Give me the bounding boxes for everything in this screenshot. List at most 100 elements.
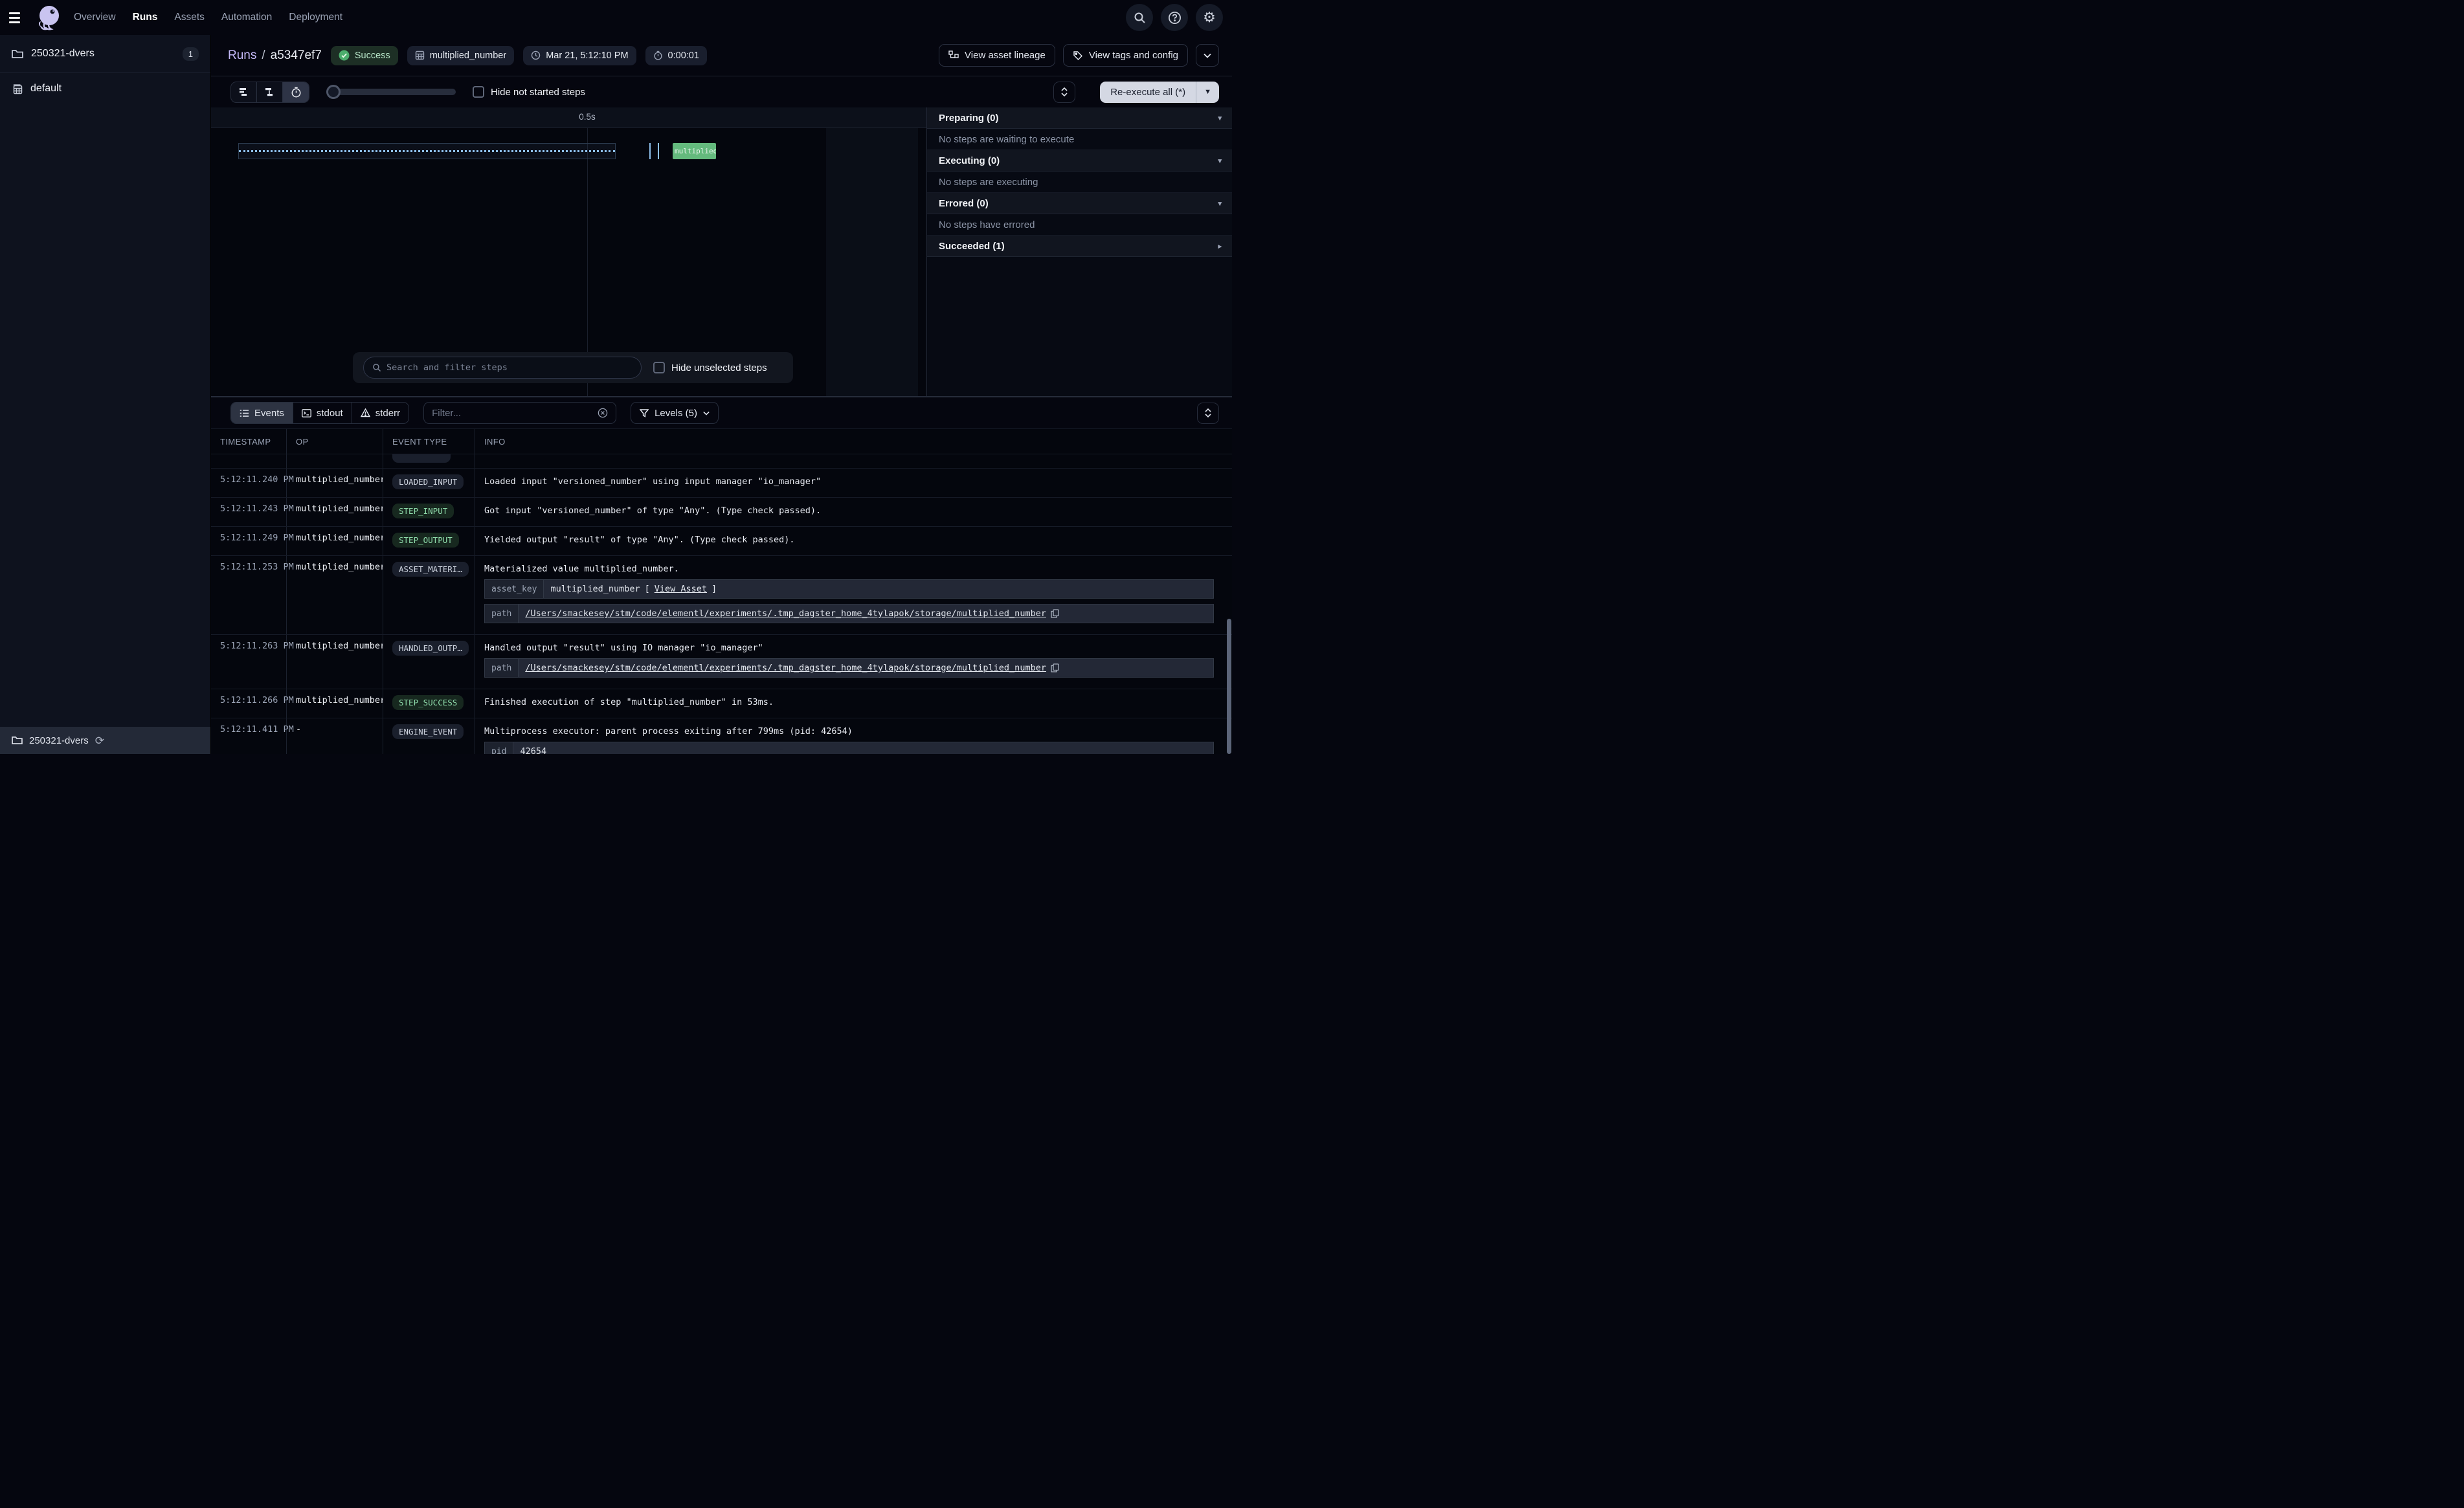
- view-mode-waterfall-button[interactable]: [257, 82, 283, 102]
- path-link[interactable]: /Users/smackesey/stm/code/elementl/exper…: [525, 608, 1046, 619]
- event-timestamp: 5:12:11.249 PM: [211, 527, 287, 555]
- app-root: Overview Runs Assets Automation Deployme…: [0, 0, 1232, 754]
- breadcrumb-runs-link[interactable]: Runs: [228, 49, 256, 63]
- section-executing-header[interactable]: Executing (0) ▾: [927, 150, 1232, 172]
- timer-icon: [653, 50, 663, 60]
- chevron-down-icon: [703, 411, 710, 416]
- event-row: 5:12:11.249 PM multiplied_number STEP_OU…: [211, 527, 1232, 556]
- events-expand-toggle-button[interactable]: [1197, 403, 1219, 424]
- section-errored-header[interactable]: Errored (0) ▾: [927, 193, 1232, 214]
- tab-stdout-label: stdout: [317, 408, 343, 419]
- event-info-text: Multiprocess executor: parent process ex…: [484, 724, 1223, 737]
- view-tags-config-button[interactable]: View tags and config: [1063, 44, 1188, 67]
- list-icon: [240, 409, 249, 417]
- events-toolbar: Events stdout stderr: [211, 397, 1232, 428]
- view-asset-lineage-label: View asset lineage: [965, 50, 1046, 61]
- tab-stderr[interactable]: stderr: [352, 403, 409, 423]
- nav-item-assets[interactable]: Assets: [174, 12, 205, 23]
- levels-dropdown-button[interactable]: Levels (5): [631, 402, 719, 424]
- event-info-cell: Loaded input "versioned_number" using in…: [475, 469, 1232, 497]
- path-link[interactable]: /Users/smackesey/stm/code/elementl/exper…: [525, 663, 1046, 673]
- gantt-expand-toggle-button[interactable]: [1053, 82, 1075, 103]
- start-time-label: Mar 21, 5:12:10 PM: [546, 50, 628, 61]
- sidebar-footer[interactable]: 250321-dvers ⟳: [0, 727, 210, 754]
- step-search-input[interactable]: [386, 362, 633, 373]
- slider-track[interactable]: [326, 89, 456, 95]
- tab-stderr-label: stderr: [375, 408, 400, 419]
- caret-down-icon: ▾: [1218, 157, 1222, 165]
- gantt-toolbar: Hide not started steps Re-execute all (*…: [211, 76, 1232, 107]
- section-errored-body: No steps have errored: [927, 214, 1232, 236]
- sidebar-item-job-default[interactable]: default: [0, 73, 210, 104]
- sidebar: 250321-dvers 1 default 250321-dvers ⟳: [0, 35, 211, 754]
- levels-label: Levels (5): [655, 408, 697, 419]
- section-succeeded-header[interactable]: Succeeded (1) ▸: [927, 236, 1232, 257]
- hide-unselected-checkbox[interactable]: Hide unselected steps: [653, 362, 767, 373]
- nav-item-overview[interactable]: Overview: [74, 12, 116, 23]
- nav-item-deployment[interactable]: Deployment: [289, 12, 342, 23]
- event-timestamp: 5:12:11.253 PM: [211, 556, 287, 634]
- gantt-timeline: 0.5s: [211, 107, 926, 128]
- dagster-logo[interactable]: [36, 5, 62, 30]
- event-type-tag: [392, 454, 451, 463]
- caret-down-icon: ▾: [1218, 199, 1222, 208]
- col-event-type: EVENT TYPE: [383, 429, 475, 454]
- event-metadata: path/Users/smackesey/stm/code/elementl/e…: [484, 658, 1214, 678]
- event-op: multiplied_number: [287, 635, 383, 689]
- funnel-icon: [640, 409, 649, 417]
- metadata-label: pid: [485, 742, 513, 754]
- success-check-icon: [339, 50, 350, 61]
- sidebar-item-code-location[interactable]: 250321-dvers 1: [0, 35, 210, 73]
- event-timestamp: [211, 454, 287, 468]
- help-button[interactable]: [1161, 4, 1188, 31]
- col-op: OP: [287, 429, 383, 454]
- hamburger-menu-icon[interactable]: [9, 8, 27, 27]
- metadata-label: path: [485, 604, 519, 623]
- gantt-zoom-slider[interactable]: [326, 85, 456, 99]
- dependency-dotted-line: [239, 150, 615, 152]
- reexecute-dropdown-button[interactable]: ▼: [1196, 82, 1219, 103]
- run-header-more-button[interactable]: [1196, 44, 1219, 67]
- copy-icon[interactable]: [1051, 609, 1059, 618]
- section-title: Executing (0): [939, 155, 1000, 166]
- nav-item-automation[interactable]: Automation: [221, 12, 272, 23]
- event-info-text: Materialized value multiplied_number.: [484, 562, 1223, 574]
- event-timestamp: 5:12:11.243 PM: [211, 498, 287, 526]
- view-mode-timed-button[interactable]: [283, 82, 309, 102]
- refresh-icon[interactable]: ⟳: [95, 735, 104, 746]
- reexecute-all-button[interactable]: Re-execute all (*): [1100, 82, 1196, 103]
- step-search-field[interactable]: [363, 357, 642, 379]
- section-preparing-header[interactable]: Preparing (0) ▾: [927, 107, 1232, 129]
- vertical-scrollbar-thumb[interactable]: [1227, 619, 1231, 754]
- copy-icon[interactable]: [1051, 663, 1059, 672]
- clear-filter-icon[interactable]: [598, 408, 608, 418]
- tab-stdout[interactable]: stdout: [293, 403, 352, 423]
- view-asset-link[interactable]: View Asset: [655, 584, 707, 594]
- event-info-cell: [475, 454, 1232, 468]
- view-mode-flat-button[interactable]: [231, 82, 257, 102]
- duration-label: 0:00:01: [668, 50, 699, 61]
- gantt-step-bar[interactable]: multiplied_number: [673, 143, 716, 159]
- event-timestamp: 5:12:11.266 PM: [211, 689, 287, 718]
- event-type-cell: LOADED_INPUT: [383, 469, 475, 497]
- view-asset-lineage-button[interactable]: View asset lineage: [939, 44, 1055, 67]
- event-type-cell: ENGINE_EVENT: [383, 718, 475, 754]
- settings-button[interactable]: ⚙: [1196, 4, 1223, 31]
- asset-chip[interactable]: multiplied_number: [407, 46, 514, 65]
- event-info-text: Finished execution of step "multiplied_n…: [484, 695, 1223, 707]
- hide-not-started-checkbox[interactable]: Hide not started steps: [473, 86, 585, 98]
- event-info-cell: Got input "versioned_number" of type "An…: [475, 498, 1232, 526]
- log-filter-input[interactable]: [432, 408, 592, 419]
- asset-chip-label: multiplied_number: [430, 50, 506, 61]
- tab-events[interactable]: Events: [231, 403, 293, 423]
- footer-location-label: 250321-dvers: [29, 735, 89, 746]
- slider-knob[interactable]: [326, 85, 341, 99]
- search-button[interactable]: [1126, 4, 1153, 31]
- lineage-icon: [948, 50, 959, 61]
- stopwatch-icon: [291, 87, 302, 98]
- event-type-cell: ASSET_MATERIALIZATION: [383, 556, 475, 634]
- event-info-cell: Yielded output "result" of type "Any". (…: [475, 527, 1232, 555]
- event-type-cell: STEP_OUTPUT: [383, 527, 475, 555]
- nav-item-runs[interactable]: Runs: [133, 12, 158, 23]
- log-filter-field[interactable]: [423, 402, 616, 424]
